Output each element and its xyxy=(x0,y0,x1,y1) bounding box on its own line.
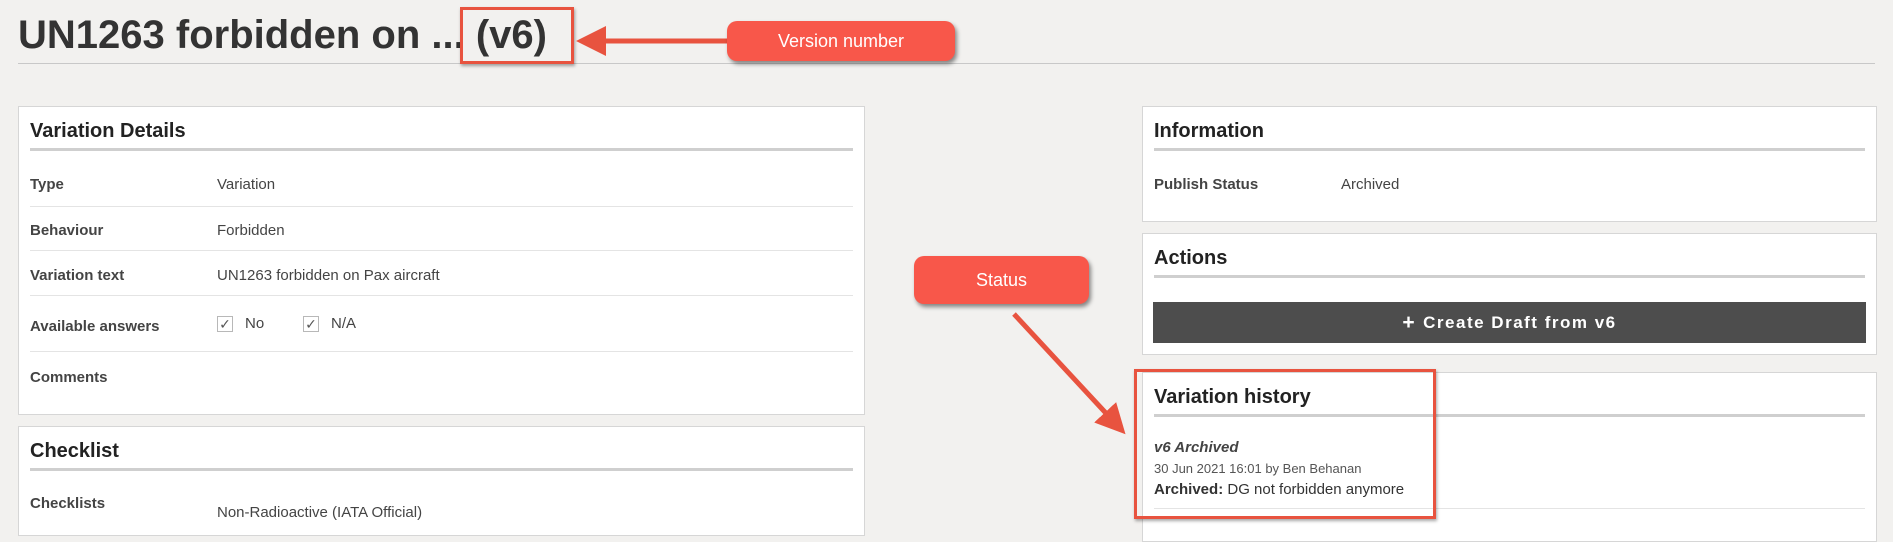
version-number-callout: Version number xyxy=(727,21,955,61)
status-callout: Status xyxy=(914,256,1089,304)
status-arrow xyxy=(1012,312,1126,435)
